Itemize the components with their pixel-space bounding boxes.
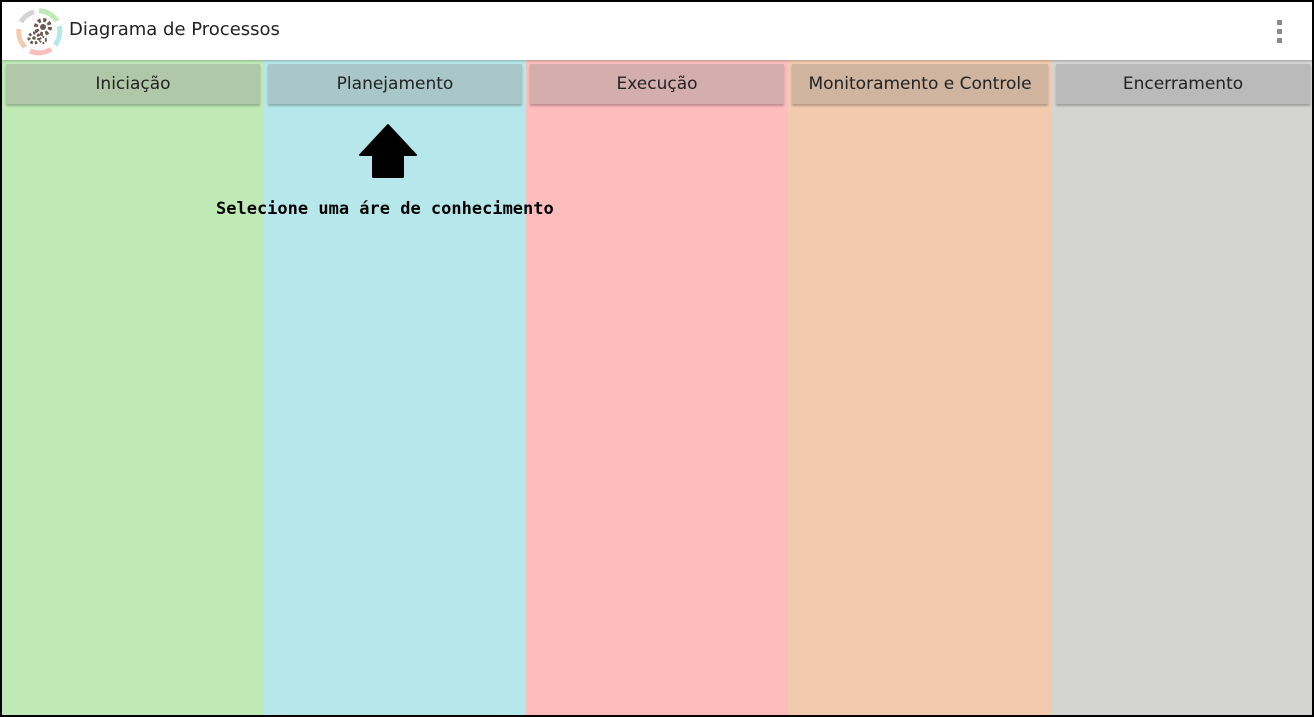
phase-button-planejamento[interactable]: Planejamento xyxy=(268,64,522,104)
overflow-menu-icon[interactable] xyxy=(1267,16,1291,46)
app-title: Diagrama de Processos xyxy=(69,19,280,40)
app-screen: Diagrama de Processos Iniciação Planejam… xyxy=(2,2,1312,715)
phase-columns: Iniciação Planejamento Execução Monitora… xyxy=(2,60,1312,715)
phase-button-execucao[interactable]: Execução xyxy=(530,64,784,104)
phase-column-encerramento: Encerramento xyxy=(1052,60,1312,715)
phase-column-iniciacao: Iniciação xyxy=(2,60,264,715)
arrow-up-icon xyxy=(359,124,417,178)
action-bar: Diagrama de Processos xyxy=(2,2,1312,60)
phase-column-monitoramento: Monitoramento e Controle xyxy=(788,60,1052,715)
phase-button-monitoramento[interactable]: Monitoramento e Controle xyxy=(792,64,1048,104)
phase-button-iniciacao[interactable]: Iniciação xyxy=(6,64,260,104)
hint-text: Selecione uma áre de conhecimento xyxy=(216,199,554,219)
gears-process-cycle-icon xyxy=(16,8,63,56)
phase-column-execucao: Execução xyxy=(526,60,788,715)
phase-button-encerramento[interactable]: Encerramento xyxy=(1056,64,1310,104)
